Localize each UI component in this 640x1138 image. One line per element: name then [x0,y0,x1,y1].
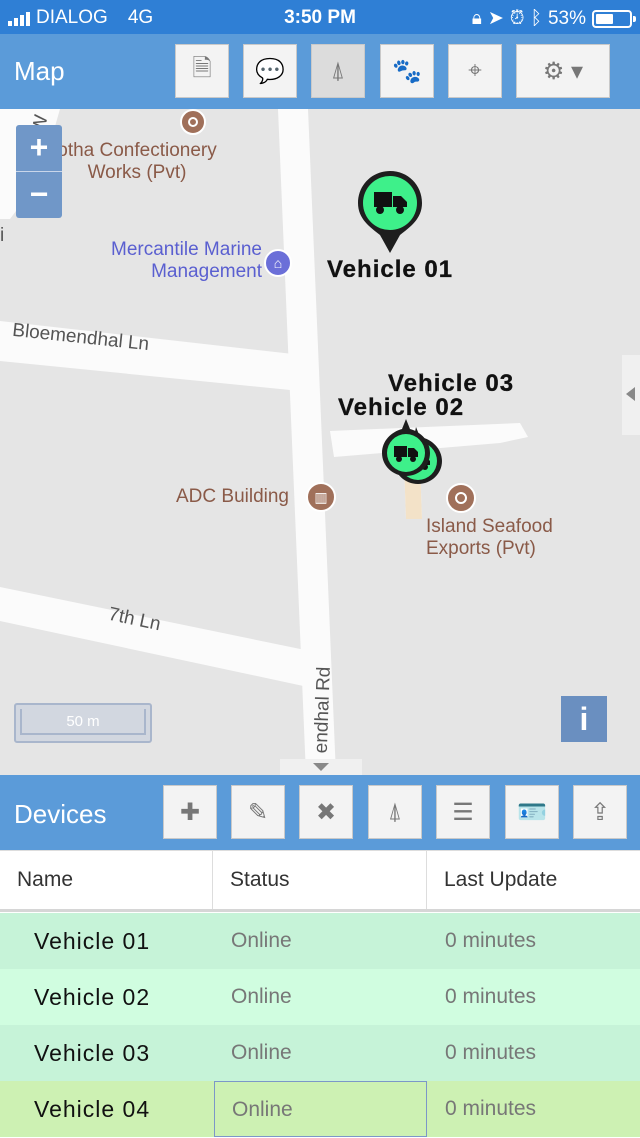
chat-icon: 💬 [255,57,285,85]
collapse-side-panel-button[interactable] [622,355,640,435]
document-icon: 🗎 [192,54,212,82]
poi-adc-building: ADC Building [176,486,289,507]
report-button[interactable]: 🗎 [175,44,229,98]
device-info-button[interactable]: 🪪 [505,785,559,839]
table-row[interactable]: Vehicle 02 Online 0 minutes [0,969,640,1025]
column-header-name[interactable]: Name [0,851,213,909]
status-right: 🔒︎ ➤ ⏰︎ ᛒ 53% [471,7,636,30]
messages-button[interactable]: 💬 [243,44,297,98]
scale-bar: 50 m [14,703,152,743]
devices-header: Devices ✚ ✎ ✖ ⍋ ☰ 🪪 ⇪ [0,775,640,850]
scale-bar-label: 50 m [66,713,100,730]
map-title: Map [14,56,65,86]
poi-confectionery-line1: otha Confectionery [57,140,217,161]
shopping-bag-icon[interactable]: ⌂ [264,249,292,277]
device-status: Online [231,985,292,1008]
vehicle-02-marker[interactable] [380,415,450,485]
alarm-icon: ⏰︎ [509,7,525,29]
remove-device-button[interactable]: ✖ [299,785,353,839]
map-header: Map 🗎 💬 ⍋ 🐾 ⌖ ⚙ ▾ [0,34,640,109]
device-status: Online [231,1041,292,1064]
person-pin-icon: ⍋ [330,57,346,84]
vehicle-01-marker[interactable] [345,167,435,257]
poi-seafood-line1: Island Seafood [426,516,553,537]
device-name: Vehicle 04 [34,1096,151,1122]
close-icon: ✖ [315,798,337,826]
bluetooth-icon: ᛒ [530,7,542,29]
building-icon[interactable]: ▥ [306,482,336,512]
battery-icon [592,9,636,28]
device-last-update: 0 minutes [445,1097,537,1120]
map-view[interactable]: W i Bloemendhal Ln 7th Ln endhal Rd otha… [0,109,640,775]
device-upload-button[interactable]: ⇪ [573,785,627,839]
column-header-last-update[interactable]: Last Update [427,851,640,909]
zoom-control: + − [16,125,62,218]
settings-button[interactable]: ⚙ ▾ [516,44,610,98]
device-name: Vehicle 01 [34,928,151,954]
list-icon: ☰ [452,798,474,826]
status-bar: DIALOG 4G 3:50 PM 🔒︎ ➤ ⏰︎ ᛒ 53% [0,0,640,34]
zoom-in-button[interactable]: + [16,125,62,171]
poi-island-seafood: Island Seafood Exports (Pvt) [426,516,553,560]
plus-icon: ✚ [179,798,201,826]
poi-mercantile-line2: Management [151,261,262,282]
id-card-icon: 🪪 [517,798,547,826]
collapse-bottom-panel-button[interactable] [280,759,362,775]
info-button[interactable]: i [561,696,607,742]
pencil-icon: ✎ [247,798,269,826]
poi-seafood-line2: Exports (Pvt) [426,538,536,559]
crosshair-icon: ⌖ [468,57,482,84]
table-row[interactable]: Vehicle 03 Online 0 minutes [0,1025,640,1081]
poi-mercantile-line1: Mercantile Marine [111,239,262,260]
devices-title: Devices [14,799,107,829]
person-pin-icon: ⍋ [387,798,403,825]
poi-confectionery-line2: Works (Pvt) [87,162,187,183]
restaurant-icon[interactable] [180,109,206,135]
street-label-bloemendhal-rd: endhal Rd [310,666,335,754]
locate-button[interactable]: ⌖ [448,44,502,98]
table-row[interactable]: Vehicle 01 Online 0 minutes [0,913,640,969]
rotation-lock-icon: 🔒︎ [471,7,482,29]
device-status: Online [231,929,292,952]
poi-mercantile: Mercantile Marine Management [70,239,262,283]
gear-icon: ⚙ ▾ [542,57,584,85]
battery-fill [596,13,613,24]
poi-confectionery: otha Confectionery Works (Pvt) [42,140,232,184]
paw-icon: 🐾 [392,57,422,85]
column-header-status[interactable]: Status [213,851,427,909]
location-arrow-icon: ➤ [487,8,504,29]
device-last-update: 0 minutes [445,1041,537,1064]
device-last-update: 0 minutes [445,929,537,952]
device-name: Vehicle 02 [34,984,151,1010]
device-name: Vehicle 03 [34,1040,151,1066]
geofence-button[interactable]: 🐾 [380,44,434,98]
device-list-button[interactable]: ☰ [436,785,490,839]
street-label-partial-i: i [0,225,5,246]
device-status: Online [214,1081,427,1137]
device-follow-button[interactable]: ⍋ [368,785,422,839]
follow-button[interactable]: ⍋ [311,44,365,98]
device-last-update: 0 minutes [445,985,537,1008]
vehicle-01-label: Vehicle 01 [327,256,454,283]
battery-percent: 53% [547,7,586,29]
table-row[interactable]: Vehicle 04 Online 0 minutes [0,1081,640,1137]
add-device-button[interactable]: ✚ [163,785,217,839]
vehicle-02-label: Vehicle 02 [338,394,465,421]
upload-icon: ⇪ [589,798,611,826]
edit-device-button[interactable]: ✎ [231,785,285,839]
devices-table-header: Name Status Last Update [0,850,640,912]
zoom-out-button[interactable]: − [16,171,62,218]
